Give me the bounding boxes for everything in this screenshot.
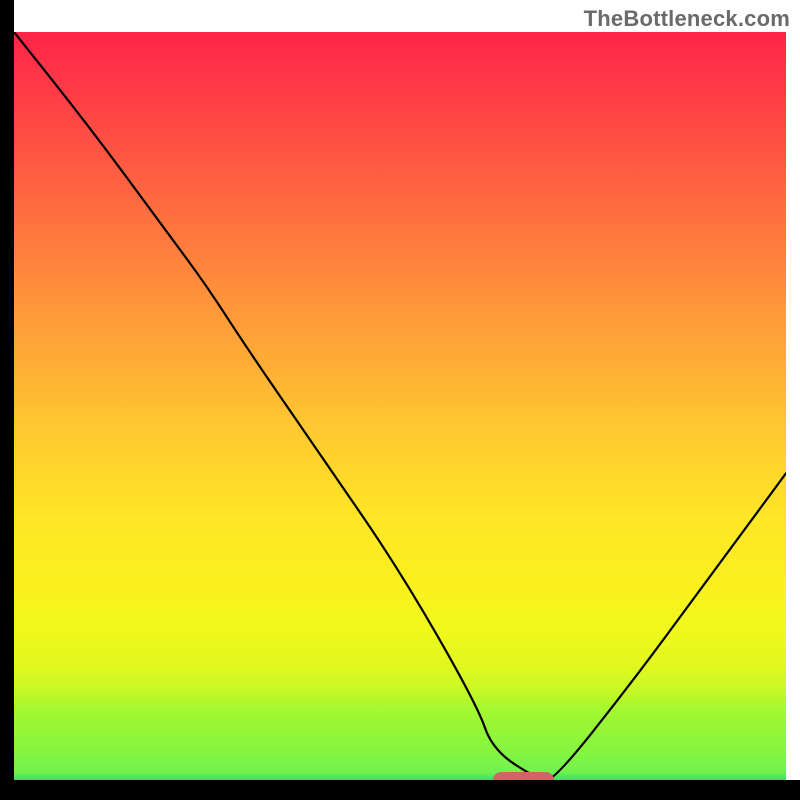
watermark-label: TheBottleneck.com: [584, 6, 790, 32]
x-axis-bar: [0, 780, 800, 800]
bottleneck-curve: [14, 32, 786, 780]
y-axis-bar: [0, 0, 14, 800]
bottleneck-chart: TheBottleneck.com: [0, 0, 800, 800]
curve-path: [14, 32, 786, 780]
